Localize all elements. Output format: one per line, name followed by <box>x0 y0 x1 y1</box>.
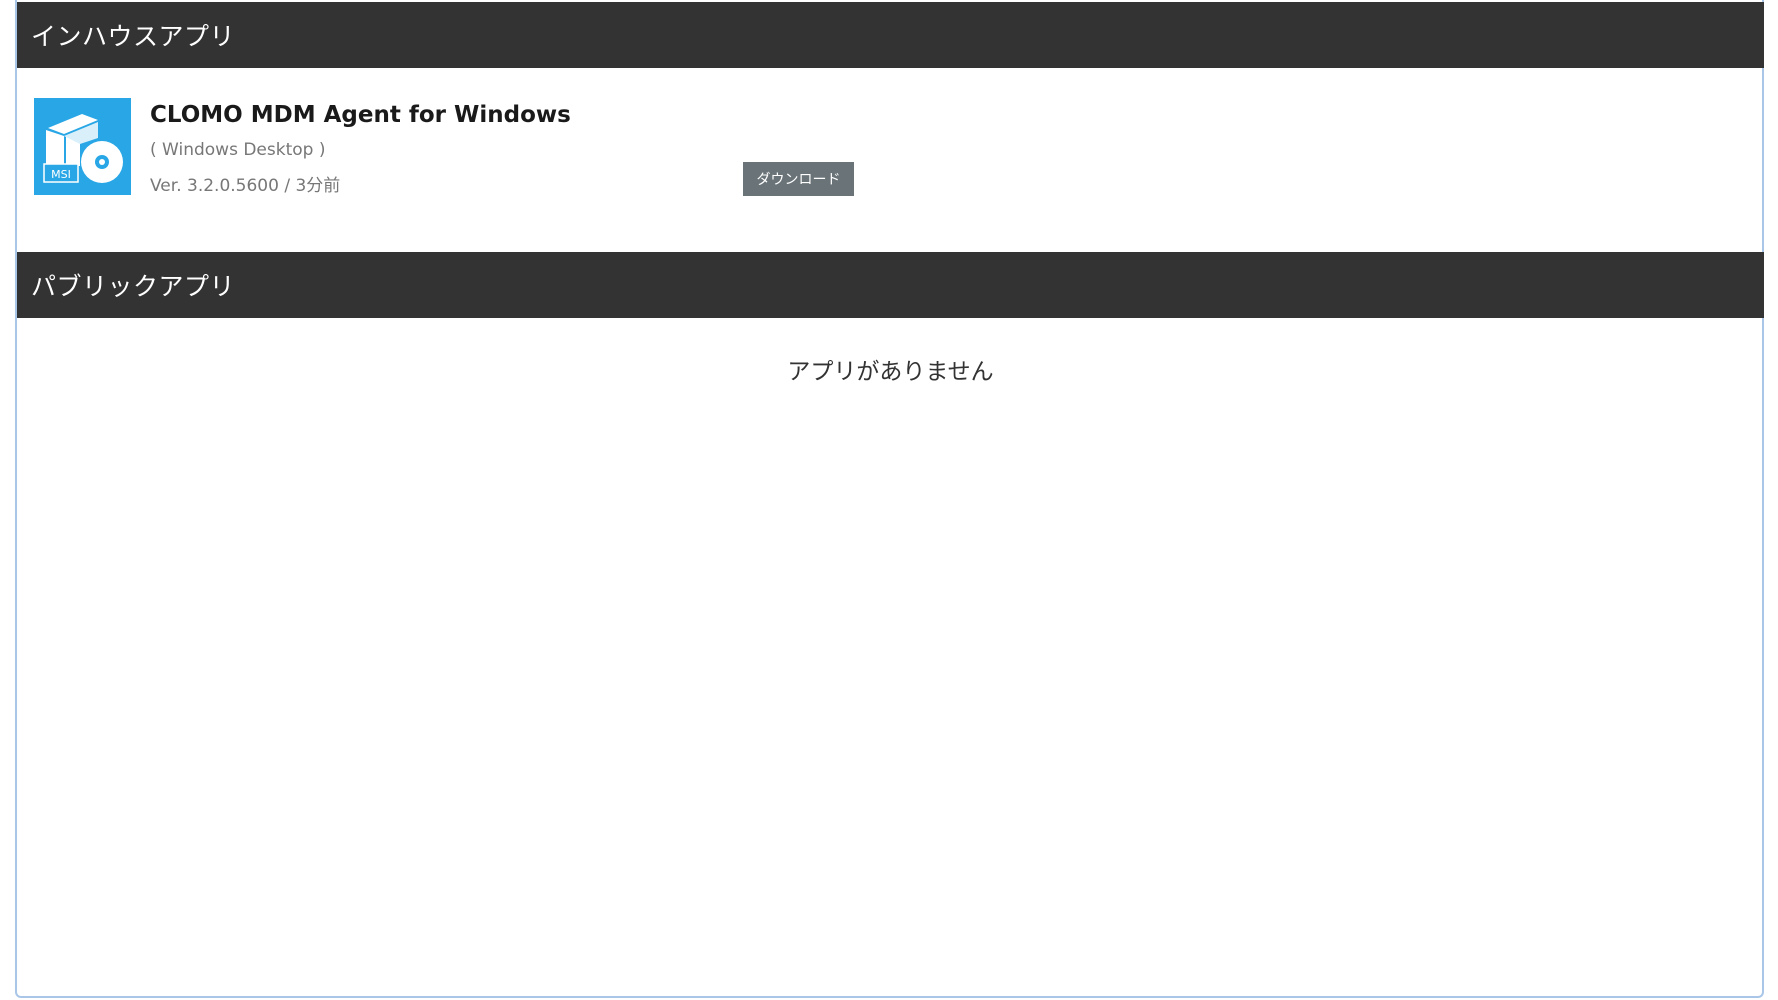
inhouse-apps-header: インハウスアプリ <box>17 2 1764 68</box>
msi-installer-icon[interactable]: MSI <box>34 98 131 195</box>
app-version: Ver. 3.2.0.5600 / 3分前 <box>150 176 341 196</box>
msi-icon-label: MSI <box>51 168 71 181</box>
inhouse-apps-title: インハウスアプリ <box>31 22 236 51</box>
public-apps-header: パブリックアプリ <box>17 252 1764 318</box>
public-apps-empty-message: アプリがありません <box>787 359 994 385</box>
app-name[interactable]: CLOMO MDM Agent for Windows <box>150 102 571 128</box>
app-list-item: MSI CLOMO MDM Agent for Windows ( Window… <box>34 98 1734 198</box>
app-platform: ( Windows Desktop ) <box>150 140 326 160</box>
download-button[interactable]: ダウンロード <box>743 162 854 196</box>
public-apps-title: パブリックアプリ <box>31 272 236 301</box>
